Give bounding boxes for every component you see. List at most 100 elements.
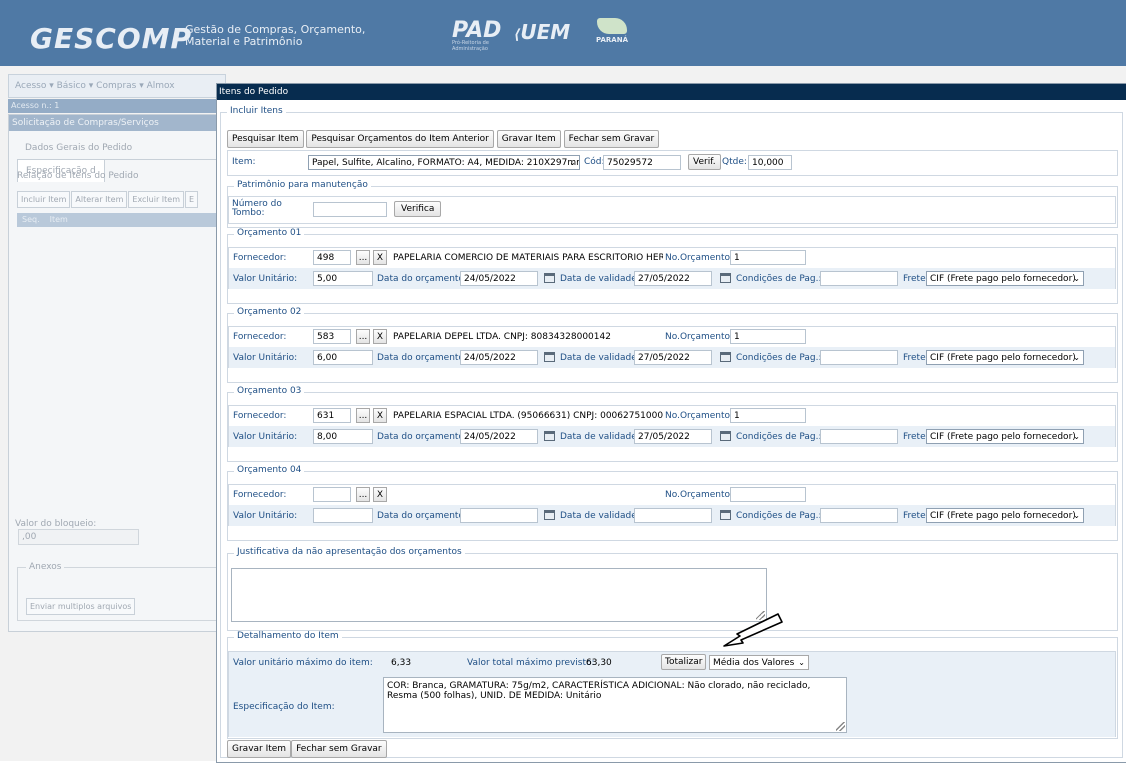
solicitacao-tabs: Dados Gerais do PedidoEspecificação d bbox=[17, 137, 217, 182]
qtde-field[interactable]: 10,000 bbox=[748, 155, 792, 170]
limpar-fornecedor-button[interactable]: X bbox=[373, 250, 387, 265]
resize-handle-icon[interactable] bbox=[836, 722, 845, 731]
no-orcamento-label: No.Orçamento: bbox=[665, 490, 734, 500]
pesquisar-item-button[interactable]: Pesquisar Item bbox=[227, 130, 304, 148]
cod-field[interactable]: 75029572 bbox=[603, 155, 681, 170]
condicoes-field[interactable] bbox=[820, 429, 898, 444]
data-validade-field[interactable] bbox=[634, 508, 712, 523]
data-orcamento-field[interactable]: 24/05/2022 bbox=[460, 350, 538, 365]
fornecedor-code-field[interactable] bbox=[313, 487, 351, 502]
condicoes-label: Condições de Pag.: bbox=[736, 432, 822, 442]
verifica-button[interactable]: Verifica bbox=[394, 201, 442, 217]
pesquisar-orcamentos-button[interactable]: Pesquisar Orçamentos do Item Anterior bbox=[306, 130, 494, 148]
fornecedor-row: Fornecedor: 583... X PAPELARIA DEPEL LTDA. … bbox=[229, 327, 1115, 347]
data-orcamento-field[interactable]: 24/05/2022 bbox=[460, 271, 538, 286]
data-orcamento-field[interactable] bbox=[460, 508, 538, 523]
espec-label: Especificação do Item: bbox=[233, 702, 335, 712]
data-validade-label: Data de validade: bbox=[560, 511, 640, 521]
gravar-item-top-button[interactable]: Gravar Item bbox=[496, 130, 561, 148]
no-orcamento-field[interactable] bbox=[730, 487, 806, 502]
parana-logo: PARANÁ bbox=[594, 18, 630, 52]
especificacao-textarea[interactable]: COR: Branca, GRAMATURA: 75g/m2, CARACTER… bbox=[383, 677, 847, 733]
main-menu[interactable]: Acesso ▾ Básico ▾ Compras ▾ Almox bbox=[8, 74, 226, 98]
incluir-item-button[interactable]: Incluir Item bbox=[17, 191, 71, 208]
extra-button[interactable]: E bbox=[185, 191, 199, 208]
data-orcamento-label: Data do orçamento: bbox=[377, 353, 467, 363]
no-orcamento-field[interactable]: 1 bbox=[730, 250, 806, 265]
enviar-arquivos-button[interactable]: Enviar multiplos arquivos bbox=[26, 598, 136, 615]
fornecedor-code-field[interactable]: 583 bbox=[313, 329, 351, 344]
fornecedor-code-field[interactable]: 631 bbox=[313, 408, 351, 423]
calendar-icon[interactable] bbox=[544, 510, 555, 520]
cod-label: Cód: bbox=[584, 157, 605, 167]
vu-max-label: Valor unitário máximo do item: bbox=[233, 658, 373, 668]
anexos-section: Anexos Enviar multiplos arquivos bbox=[17, 562, 219, 621]
buscar-fornecedor-button[interactable]: ... bbox=[356, 408, 370, 423]
app-subtitle-line2: Material e Patrimônio bbox=[185, 35, 303, 48]
valor-unitario-field[interactable]: 8,00 bbox=[313, 429, 373, 444]
data-validade-field[interactable]: 27/05/2022 bbox=[634, 429, 712, 444]
limpar-fornecedor-button[interactable]: X bbox=[373, 329, 387, 344]
no-orcamento-field[interactable]: 1 bbox=[730, 408, 806, 423]
data-orcamento-field[interactable]: 24/05/2022 bbox=[460, 429, 538, 444]
tab-dados-gerais[interactable]: Dados Gerais do Pedido bbox=[17, 137, 140, 159]
incluir-itens-legend: Incluir Itens bbox=[227, 106, 286, 116]
buscar-fornecedor-button[interactable]: ... bbox=[356, 250, 370, 265]
chevron-down-icon: ⌄ bbox=[1073, 274, 1080, 283]
media-select[interactable]: Média dos Valores ⌄ bbox=[709, 655, 809, 670]
frete-select[interactable]: CIF (Frete pago pelo fornecedor) ⌄ bbox=[926, 271, 1084, 286]
item-select[interactable]: Papel, Sulfite, Alcalino, FORMATO: A4, M… bbox=[308, 155, 580, 170]
fechar-sem-gravar-top-button[interactable]: Fechar sem Gravar bbox=[563, 130, 660, 148]
fornecedor-code-field[interactable]: 498 bbox=[313, 250, 351, 265]
valor-unitario-field[interactable]: 6,00 bbox=[313, 350, 373, 365]
pad-subtitle: Pró-Reitoria de Administração bbox=[452, 40, 489, 52]
frete-select[interactable]: CIF (Frete pago pelo fornecedor) ⌄ bbox=[926, 350, 1084, 365]
limpar-fornecedor-button[interactable]: X bbox=[373, 408, 387, 423]
fechar-sem-gravar-button[interactable]: Fechar sem Gravar bbox=[291, 740, 387, 758]
chevron-down-icon: ⌄ bbox=[569, 158, 576, 167]
data-orcamento-label: Data do orçamento: bbox=[377, 511, 467, 521]
valor-unitario-field[interactable] bbox=[313, 508, 373, 523]
limpar-fornecedor-button[interactable]: X bbox=[373, 487, 387, 502]
alterar-item-button[interactable]: Alterar Item bbox=[71, 191, 128, 208]
orcamento-fieldset: Orçamento 01 Fornecedor: 498... X PAPELARIA … bbox=[227, 228, 1118, 304]
data-validade-label: Data de validade: bbox=[560, 274, 640, 284]
calendar-icon[interactable] bbox=[720, 352, 731, 362]
condicoes-field[interactable] bbox=[820, 271, 898, 286]
totalizar-button[interactable]: Totalizar bbox=[661, 654, 707, 670]
tombo-field[interactable] bbox=[313, 202, 387, 217]
especificacao-row: Especificação do Item: COR: Branca, GRAM… bbox=[229, 674, 1115, 737]
valor-bloqueio-field[interactable]: ,00 bbox=[18, 529, 139, 545]
valores-row: Valor Unitário: 8,00 Data do orçamento: 24/… bbox=[229, 426, 1115, 447]
verif-button[interactable]: Verif. bbox=[688, 154, 721, 170]
calendar-icon[interactable] bbox=[720, 273, 731, 283]
frete-select[interactable]: CIF (Frete pago pelo fornecedor) ⌄ bbox=[926, 508, 1084, 523]
data-orcamento-label: Data do orçamento: bbox=[377, 432, 467, 442]
gravar-item-button[interactable]: Gravar Item bbox=[227, 740, 292, 758]
no-orcamento-label: No.Orçamento: bbox=[665, 253, 734, 263]
data-validade-field[interactable]: 27/05/2022 bbox=[634, 350, 712, 365]
calendar-icon[interactable] bbox=[720, 431, 731, 441]
excluir-item-button[interactable]: Excluir Item bbox=[128, 191, 184, 208]
no-orcamento-field[interactable]: 1 bbox=[730, 329, 806, 344]
condicoes-field[interactable] bbox=[820, 350, 898, 365]
buscar-fornecedor-button[interactable]: ... bbox=[356, 487, 370, 502]
solicitacao-panel: Solicitação de Compras/Serviços Dados Ge… bbox=[8, 114, 220, 632]
anexos-label: Anexos bbox=[26, 562, 65, 572]
condicoes-field[interactable] bbox=[820, 508, 898, 523]
data-validade-label: Data de validade: bbox=[560, 353, 640, 363]
valor-unitario-field[interactable]: 5,00 bbox=[313, 271, 373, 286]
buscar-fornecedor-button[interactable]: ... bbox=[356, 329, 370, 344]
col-seq: Seq. bbox=[22, 215, 40, 224]
frete-select[interactable]: CIF (Frete pago pelo fornecedor) ⌄ bbox=[926, 429, 1084, 444]
calendar-icon[interactable] bbox=[544, 273, 555, 283]
detalhamento-valores-row: Valor unitário máximo do item: 6,33 Valo… bbox=[229, 652, 1115, 674]
calendar-icon[interactable] bbox=[720, 510, 731, 520]
orcamento-box: Fornecedor: 583... X PAPELARIA DEPEL LTDA. … bbox=[228, 326, 1116, 368]
itens-table-header: Seq. Item bbox=[17, 213, 217, 227]
calendar-icon[interactable] bbox=[544, 431, 555, 441]
condicoes-label: Condições de Pag.: bbox=[736, 511, 822, 521]
calendar-icon[interactable] bbox=[544, 352, 555, 362]
justificativa-textarea[interactable] bbox=[231, 568, 767, 622]
data-validade-field[interactable]: 27/05/2022 bbox=[634, 271, 712, 286]
